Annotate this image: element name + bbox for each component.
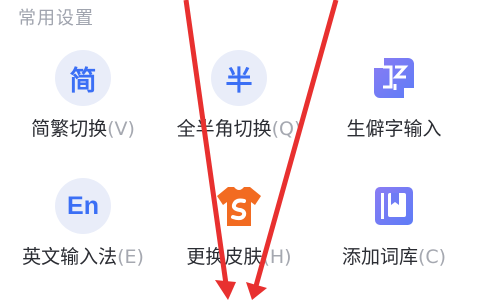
- shortcut-key: (Q): [271, 118, 302, 140]
- english-input-button[interactable]: En 英文输入法(E): [8, 178, 158, 288]
- item-label: 全半角切换(Q): [164, 114, 314, 141]
- item-label: 更换皮肤(H): [164, 242, 314, 269]
- icon-glyph: En: [67, 191, 99, 220]
- shortcut-key: (E): [117, 246, 144, 268]
- item-name: 英文输入法: [22, 246, 118, 268]
- item-name: 更换皮肤: [186, 246, 263, 268]
- item-name: 全半角切换: [176, 118, 272, 140]
- item-name: 简繁切换: [31, 118, 108, 140]
- change-skin-button[interactable]: 更换皮肤(H): [164, 178, 314, 288]
- item-label: 生僻字输入: [319, 114, 469, 141]
- icon-glyph: 简: [69, 65, 97, 97]
- item-name: 生僻字输入: [346, 118, 442, 140]
- simplified-traditional-icon: 简: [55, 50, 111, 106]
- shortcut-key: (V): [107, 118, 135, 140]
- shortcut-key: (C): [417, 246, 447, 268]
- rare-character-input-button[interactable]: 生僻字输入: [319, 50, 469, 160]
- item-label: 简繁切换(V): [8, 114, 158, 141]
- skin-shirt-icon: [211, 178, 267, 234]
- item-label: 英文输入法(E): [8, 242, 158, 269]
- settings-panel: 常用设置 简 简繁切换(V) 半 全半角切换(Q) 生僻字输入 En 英文输入法…: [0, 0, 480, 300]
- add-dictionary-button[interactable]: 添加词库(C): [319, 178, 469, 288]
- section-title: 常用设置: [18, 8, 94, 29]
- half-width-icon: 半: [211, 50, 267, 106]
- simplified-traditional-toggle-button[interactable]: 简 简繁切换(V): [8, 50, 158, 160]
- full-half-width-toggle-button[interactable]: 半 全半角切换(Q): [164, 50, 314, 160]
- item-name: 添加词库: [341, 246, 418, 268]
- icon-glyph: 半: [225, 65, 253, 97]
- item-label: 添加词库(C): [319, 242, 469, 269]
- dictionary-icon: [366, 178, 422, 234]
- shortcut-key: (H): [262, 246, 292, 268]
- english-input-icon: En: [55, 178, 111, 234]
- rare-character-icon: [366, 50, 422, 106]
